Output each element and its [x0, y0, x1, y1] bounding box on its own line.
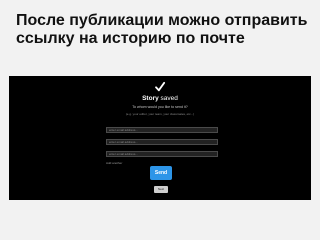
share-question: To whom would you like to send it?: [132, 105, 188, 109]
share-hint: (e.g. your editor, your team, your class…: [125, 112, 195, 116]
saved-word: saved: [160, 95, 178, 102]
slide-title: После публикации можно отправить ссылку …: [16, 12, 308, 47]
next-button[interactable]: Next: [154, 186, 168, 193]
send-button[interactable]: Send: [150, 166, 172, 180]
email-field-1[interactable]: [106, 127, 218, 133]
email-field-3[interactable]: [106, 151, 218, 157]
check-icon: [154, 81, 166, 93]
story-word: Story: [142, 95, 159, 102]
email-field-2[interactable]: [106, 139, 218, 145]
story-saved-heading: Story saved: [9, 95, 311, 103]
add-email-link[interactable]: Add another: [106, 161, 122, 165]
story-saved-screen: Story saved To whom would you like to se…: [9, 76, 311, 200]
